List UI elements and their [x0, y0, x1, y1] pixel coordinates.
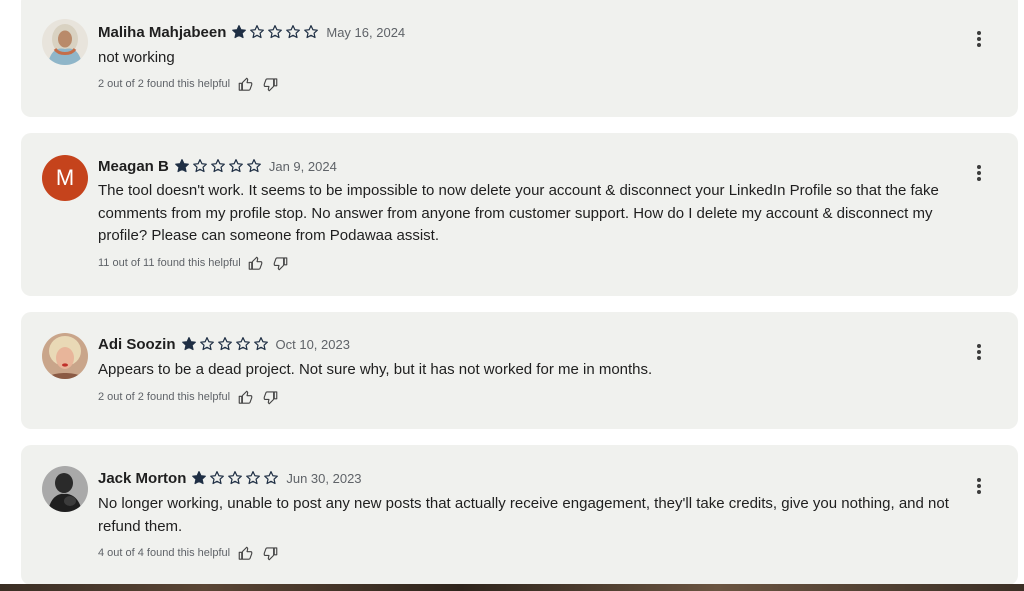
review-text: No longer working, unable to post any ne… — [98, 495, 949, 535]
star-rating — [191, 470, 281, 486]
review-header: Maliha Mahjabeen May 16, 2024 — [98, 22, 405, 42]
helpful-row: 11 out of 11 found this helpful — [98, 254, 297, 272]
review-card: Adi Soozin Oct 10, 2023 Appears to be a … — [21, 312, 1018, 429]
star-outline-icon — [286, 25, 301, 39]
star-rating — [174, 158, 264, 174]
review-date: Oct 10, 2023 — [275, 336, 350, 352]
helpful-count: 4 out of 4 found this helpful — [98, 547, 231, 559]
background-photo-strip — [0, 584, 1024, 591]
helpful-count: 2 out of 2 found this helpful — [98, 391, 231, 403]
review-date: Jan 9, 2024 — [268, 158, 337, 174]
star-outline-icon — [228, 471, 243, 485]
star-outline-icon — [235, 337, 250, 351]
star-outline-icon — [217, 337, 232, 351]
thumbs-up-icon[interactable] — [236, 75, 254, 93]
review-date: May 16, 2024 — [326, 24, 406, 40]
avatar: M — [42, 155, 88, 201]
star-rating — [231, 24, 321, 40]
star-outline-icon — [210, 471, 225, 485]
review-header: Meagan B Jan 9, 2024 — [98, 156, 337, 176]
star-outline-icon — [250, 25, 265, 39]
star-filled-icon — [192, 471, 207, 485]
helpful-count: 11 out of 11 found this helpful — [98, 257, 241, 269]
star-rating — [181, 336, 271, 352]
thumbs-up-icon[interactable] — [236, 388, 254, 406]
thumbs-up-icon[interactable] — [236, 544, 254, 562]
more-vert-icon[interactable] — [969, 340, 989, 364]
reviewer-name: Maliha Mahjabeen — [98, 23, 227, 41]
star-outline-icon — [253, 337, 268, 351]
reviews-page: Maliha Mahjabeen May 16, 2024 not workin… — [0, 0, 1024, 591]
star-outline-icon — [264, 471, 279, 485]
review-text: The tool doesn't work. It seems to be im… — [98, 182, 939, 244]
helpful-row: 2 out of 2 found this helpful — [98, 75, 286, 93]
avatar — [42, 19, 88, 65]
review-card: Jack Morton Jun 30, 2023 No longer worki… — [21, 445, 1018, 585]
thumbs-down-icon[interactable] — [261, 75, 279, 93]
star-outline-icon — [304, 25, 319, 39]
star-outline-icon — [268, 25, 283, 39]
star-outline-icon — [246, 471, 261, 485]
star-outline-icon — [210, 159, 225, 173]
more-vert-icon[interactable] — [969, 27, 989, 51]
review-date: Jun 30, 2023 — [286, 470, 362, 486]
more-vert-icon[interactable] — [969, 474, 989, 498]
star-outline-icon — [228, 159, 243, 173]
helpful-count: 2 out of 2 found this helpful — [98, 78, 231, 90]
review-header: Jack Morton Jun 30, 2023 — [98, 468, 362, 488]
review-card: Maliha Mahjabeen May 16, 2024 not workin… — [21, 0, 1018, 117]
review-text: Appears to be a dead project. Not sure w… — [98, 361, 653, 378]
avatar — [42, 333, 88, 379]
avatar — [42, 466, 88, 512]
review-header: Adi Soozin Oct 10, 2023 — [98, 334, 350, 354]
helpful-row: 2 out of 2 found this helpful — [98, 388, 286, 406]
star-outline-icon — [246, 159, 261, 173]
more-vert-icon[interactable] — [969, 161, 989, 185]
thumbs-down-icon[interactable] — [261, 388, 279, 406]
review-card: M Meagan B Jan 9, 2024 The tool doesn't … — [21, 133, 1018, 296]
helpful-row: 4 out of 4 found this helpful — [98, 544, 286, 562]
thumbs-down-icon[interactable] — [272, 254, 290, 272]
reviewer-name: Meagan B — [98, 157, 169, 175]
star-filled-icon — [232, 25, 247, 39]
star-outline-icon — [199, 337, 214, 351]
star-filled-icon — [181, 337, 196, 351]
reviewer-name: Adi Soozin — [98, 335, 176, 353]
thumbs-down-icon[interactable] — [261, 544, 279, 562]
reviewer-name: Jack Morton — [98, 469, 187, 487]
star-filled-icon — [174, 159, 189, 173]
star-outline-icon — [192, 159, 207, 173]
review-text: not working — [98, 49, 175, 66]
thumbs-up-icon[interactable] — [247, 254, 265, 272]
